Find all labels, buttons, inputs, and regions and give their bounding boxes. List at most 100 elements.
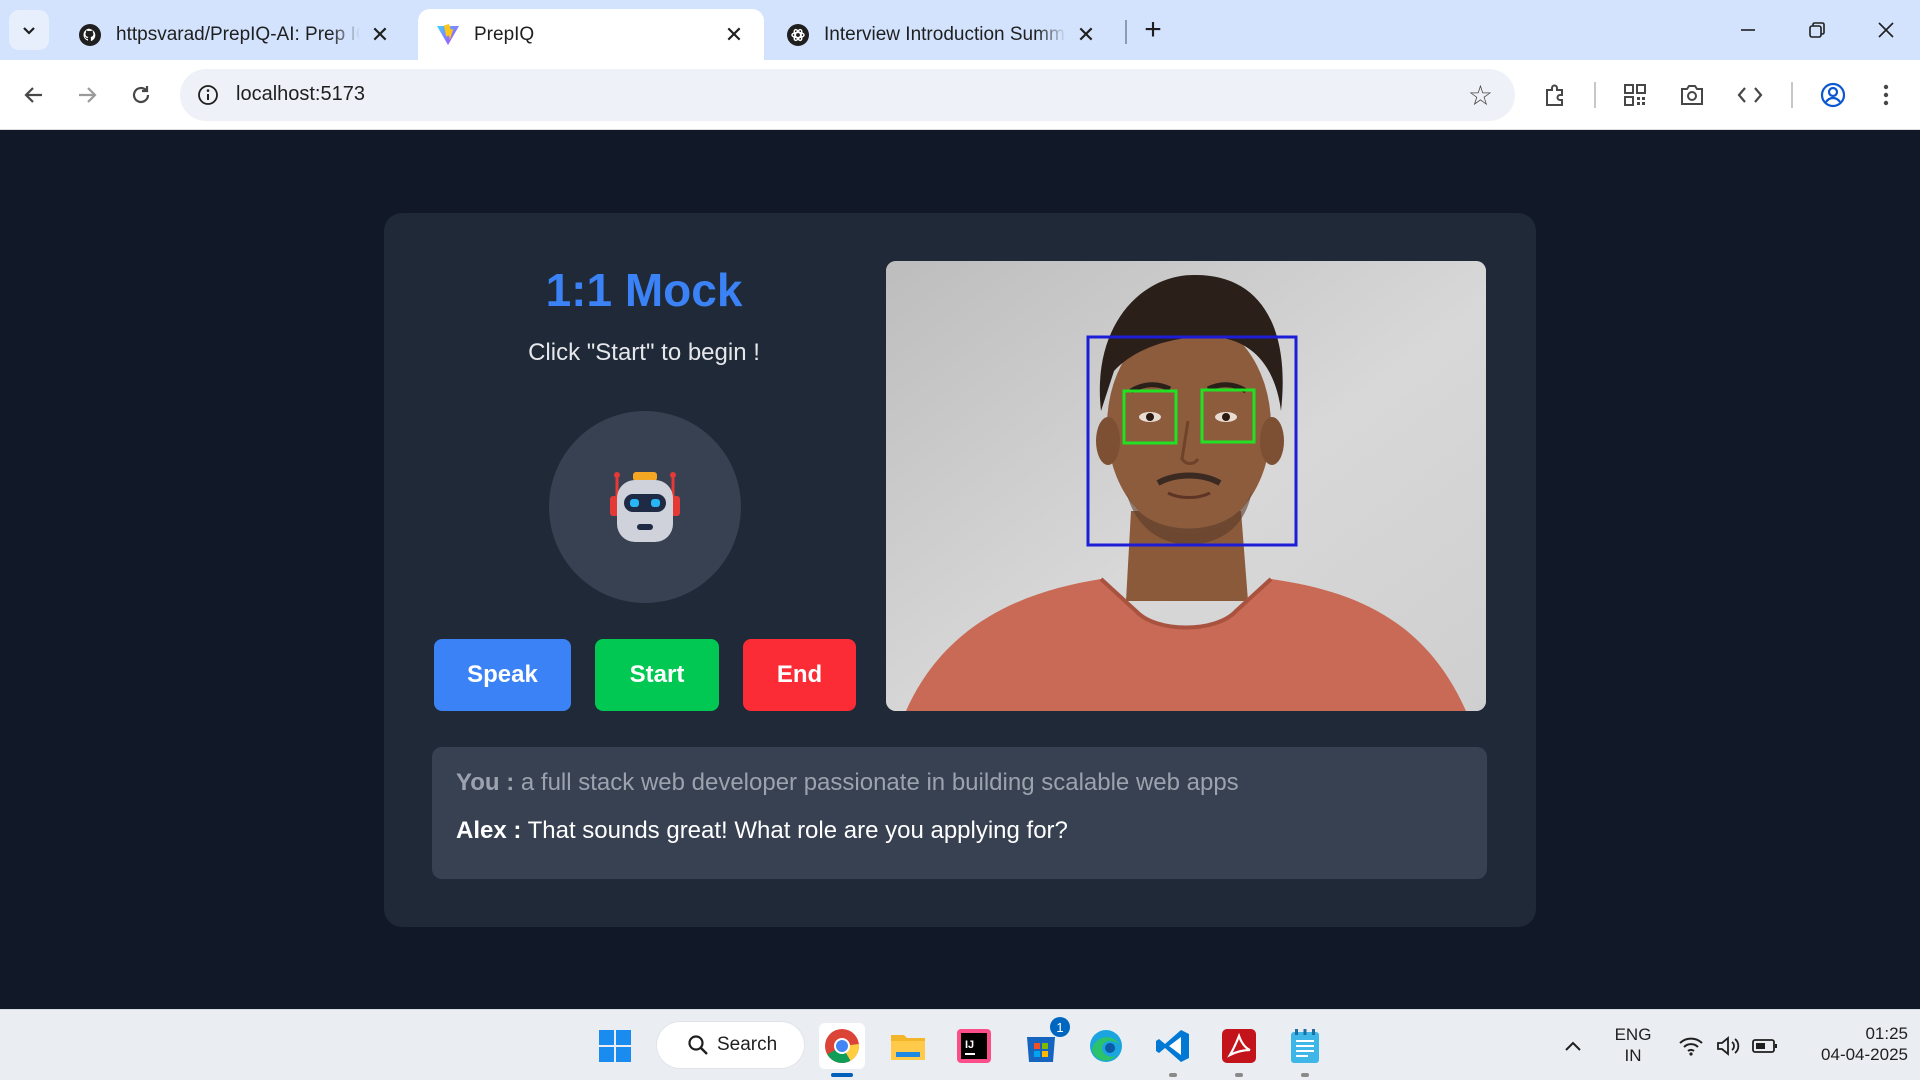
close-window-button[interactable] <box>1866 12 1906 48</box>
chevron-down-icon <box>23 27 35 35</box>
minimize-button[interactable] <box>1728 12 1768 48</box>
tab-title: Interview Introduction Summary <box>824 23 1066 45</box>
browser-toolbar: localhost:5173 ☆ <box>0 60 1920 130</box>
taskbar-vscode[interactable] <box>1150 1023 1196 1077</box>
puzzle-icon <box>1546 84 1563 106</box>
taskbar-chrome[interactable] <box>819 1023 865 1077</box>
taskbar-file-explorer[interactable] <box>885 1023 931 1069</box>
toolbar-divider <box>1791 82 1793 108</box>
profile-button[interactable] <box>1813 75 1853 115</box>
active-app-indicator <box>831 1073 853 1077</box>
tab-prepiq[interactable]: PrepIQ ✕ <box>418 9 764 60</box>
qr-code-icon <box>1624 84 1646 106</box>
show-hidden-icons-button[interactable] <box>1553 1023 1593 1069</box>
transcript-line-bot: Alex : That sounds great! What role are … <box>456 817 1463 847</box>
taskbar-intellij[interactable]: IJ <box>951 1023 997 1069</box>
plus-icon: + <box>1144 13 1162 46</box>
windows-taskbar: Search IJ 1 ENG IN 01:25 04-04-2025 <box>0 1009 1920 1080</box>
clock-time: 01:25 <box>1865 1024 1908 1043</box>
quick-settings-button[interactable] <box>1672 1023 1784 1069</box>
end-button[interactable]: End <box>743 639 856 711</box>
screenshot-button[interactable] <box>1672 75 1712 115</box>
camera-icon <box>1681 85 1703 105</box>
notepad-icon <box>1291 1029 1319 1063</box>
running-app-indicator <box>1169 1073 1177 1077</box>
taskbar-acrobat[interactable] <box>1216 1023 1262 1077</box>
qr-code-button[interactable] <box>1615 75 1655 115</box>
devtools-button[interactable] <box>1730 75 1770 115</box>
new-tab-button[interactable]: + <box>1137 13 1169 46</box>
speaker-label: You : <box>456 769 515 796</box>
taskbar-store[interactable]: 1 <box>1018 1017 1070 1069</box>
bot-avatar <box>549 411 741 603</box>
restore-icon <box>1809 22 1825 38</box>
vscode-icon <box>1156 1030 1189 1062</box>
close-tab-icon[interactable]: ✕ <box>1074 22 1098 47</box>
user-message: a full stack web developer passionate in… <box>520 769 1239 796</box>
running-app-indicator <box>1235 1073 1243 1077</box>
svg-text:IJ: IJ <box>965 1039 974 1051</box>
volume-icon <box>1717 1036 1740 1056</box>
minimize-icon <box>1741 29 1755 31</box>
webcam-feed <box>886 261 1486 711</box>
url-text: localhost:5173 <box>236 83 365 105</box>
tab-title: PrepIQ <box>474 23 535 45</box>
chatgpt-icon <box>786 23 810 47</box>
back-button[interactable] <box>14 75 54 115</box>
extensions-button[interactable] <box>1535 75 1575 115</box>
tab-strip: httpsvarad/PrepIQ-AI: Prep IQ i ✕ PrepIQ… <box>0 0 1920 60</box>
folder-icon <box>891 1035 925 1060</box>
tab-chatgpt[interactable]: Interview Introduction Summary ✕ <box>768 9 1116 60</box>
robot-icon <box>610 472 680 542</box>
battery-icon <box>1752 1039 1778 1053</box>
page-title: 1:1 Mock <box>545 264 743 316</box>
restore-button[interactable] <box>1797 12 1837 48</box>
taskbar-edge[interactable] <box>1083 1023 1129 1069</box>
pdf-reader-icon <box>1222 1029 1256 1063</box>
tab-divider <box>1125 20 1127 44</box>
start-menu-button[interactable] <box>592 1023 638 1069</box>
tab-title: httpsvarad/PrepIQ-AI: Prep IQ i <box>116 23 360 45</box>
account-icon <box>1820 82 1846 108</box>
taskbar-search[interactable]: Search <box>657 1022 804 1068</box>
arrow-right-icon <box>79 87 97 103</box>
site-info-icon[interactable] <box>194 81 222 109</box>
transcript-panel: You : a full stack web developer passion… <box>432 747 1487 879</box>
chevron-up-icon <box>1565 1041 1581 1051</box>
toolbar-divider <box>1594 82 1596 108</box>
vite-icon <box>436 23 460 47</box>
reload-button[interactable] <box>121 75 161 115</box>
chrome-icon <box>825 1029 859 1063</box>
wifi-icon <box>1678 1037 1703 1056</box>
mock-interview-card: 1:1 Mock Click "Start" to begin ! Speak … <box>384 213 1536 927</box>
reload-icon <box>132 86 150 104</box>
region-code: IN <box>1624 1046 1642 1065</box>
tab-github[interactable]: httpsvarad/PrepIQ-AI: Prep IQ i ✕ <box>60 9 410 60</box>
edge-icon <box>1090 1030 1122 1062</box>
forward-button[interactable] <box>67 75 107 115</box>
language-indicator[interactable]: ENG IN <box>1608 1024 1658 1066</box>
speaker-label: Alex : <box>456 817 522 844</box>
page-viewport: 1:1 Mock Click "Start" to begin ! Speak … <box>0 131 1920 1009</box>
windows-logo-icon <box>599 1030 631 1062</box>
bookmark-star-icon[interactable]: ☆ <box>1468 79 1493 112</box>
clock[interactable]: 01:25 04-04-2025 <box>1788 1023 1908 1065</box>
arrow-left-icon <box>24 87 42 103</box>
language-code: ENG <box>1614 1025 1652 1044</box>
code-icon <box>1737 87 1763 103</box>
menu-button[interactable] <box>1866 75 1906 115</box>
tab-search-button[interactable] <box>9 10 49 50</box>
start-button[interactable]: Start <box>595 639 719 711</box>
github-icon <box>78 23 102 47</box>
taskbar-notepad[interactable] <box>1282 1023 1328 1077</box>
webcam-image <box>886 261 1486 711</box>
close-tab-icon[interactable]: ✕ <box>368 22 392 47</box>
address-bar[interactable]: localhost:5173 ☆ <box>180 69 1515 121</box>
clock-date: 04-04-2025 <box>1821 1045 1908 1064</box>
intellij-icon: IJ <box>957 1029 991 1063</box>
bot-message: That sounds great! What role are you app… <box>527 817 1068 844</box>
speak-button[interactable]: Speak <box>434 639 571 711</box>
transcript-line-user: You : a full stack web developer passion… <box>456 769 1463 799</box>
notification-badge: 1 <box>1050 1017 1070 1037</box>
close-tab-icon[interactable]: ✕ <box>722 22 746 47</box>
